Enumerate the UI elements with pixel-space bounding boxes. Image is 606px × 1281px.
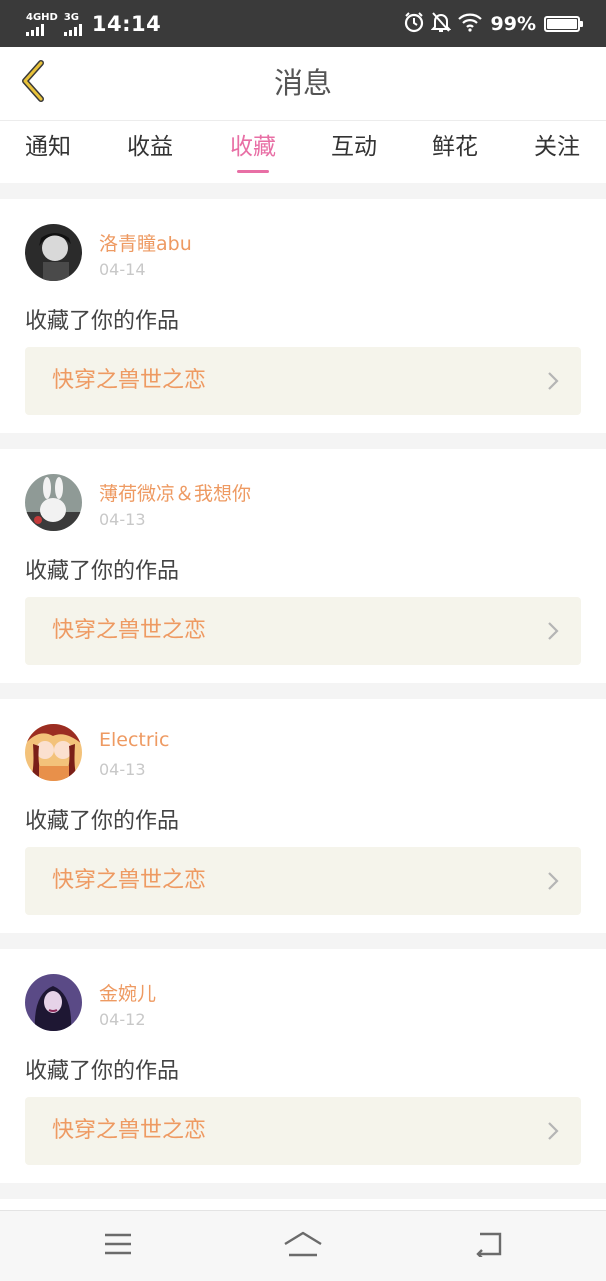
tab-earnings[interactable]: 收益: [102, 121, 198, 183]
home-button[interactable]: [283, 1229, 323, 1263]
alarm-icon: [403, 11, 425, 37]
tab-label: 通知: [25, 134, 71, 160]
message-text: 收藏了你的作品: [25, 1059, 180, 1084]
status-left: 4GHD 3G 14:14: [26, 10, 161, 38]
avatar[interactable]: [25, 474, 82, 531]
battery-percent: 99%: [490, 13, 536, 35]
system-nav-bar: [0, 1210, 606, 1281]
message-date: 04-13: [99, 510, 146, 529]
back-nav-button[interactable]: [468, 1229, 508, 1263]
tab-bar: 通知 收益 收藏 互动 鲜花 关注: [0, 121, 606, 183]
message-card-partial: [0, 1199, 606, 1210]
message-text: 收藏了你的作品: [25, 559, 180, 584]
chevron-right-icon: [547, 871, 559, 895]
status-right: 99%: [397, 10, 583, 38]
tab-label: 互动: [331, 134, 377, 160]
tab-interactions[interactable]: 互动: [306, 121, 402, 183]
tab-notifications[interactable]: 通知: [0, 121, 96, 183]
avatar[interactable]: [25, 974, 82, 1031]
username[interactable]: 洛青瞳abu: [99, 229, 192, 256]
work-title: 快穿之兽世之恋: [52, 368, 207, 393]
tab-label: 关注: [534, 134, 580, 160]
active-tab-indicator: [237, 170, 269, 173]
chevron-right-icon: [547, 1121, 559, 1145]
avatar[interactable]: [25, 724, 82, 781]
tab-following[interactable]: 关注: [509, 121, 605, 183]
bell-off-icon: [430, 11, 451, 37]
username[interactable]: 薄荷微凉＆我想你: [99, 479, 251, 506]
tab-label: 收益: [127, 134, 173, 160]
message-card: 金婉儿 04-12 收藏了你的作品 快穿之兽世之恋: [0, 949, 606, 1183]
back-icon: [472, 1231, 504, 1261]
menu-button[interactable]: [98, 1229, 138, 1263]
title-bar: 消息: [0, 47, 606, 121]
chevron-right-icon: [547, 371, 559, 395]
work-link[interactable]: 快穿之兽世之恋: [25, 347, 581, 415]
work-title: 快穿之兽世之恋: [52, 1118, 207, 1143]
message-card: 洛青瞳abu 04-14 收藏了你的作品 快穿之兽世之恋: [0, 199, 606, 433]
work-link[interactable]: 快穿之兽世之恋: [25, 597, 581, 665]
back-button[interactable]: [12, 59, 56, 107]
chevron-left-icon: [17, 59, 51, 107]
tab-label: 收藏: [230, 134, 276, 160]
wifi-icon: [457, 12, 483, 36]
tab-favorites[interactable]: 收藏: [205, 121, 301, 183]
chevron-right-icon: [547, 621, 559, 645]
work-link[interactable]: 快穿之兽世之恋: [25, 1097, 581, 1165]
work-title: 快穿之兽世之恋: [52, 618, 207, 643]
battery-icon: [544, 16, 583, 32]
username[interactable]: 金婉儿: [99, 979, 156, 1006]
network-label-primary: 4GHD: [26, 11, 58, 23]
status-bar: 4GHD 3G 14:14 99%: [0, 0, 606, 47]
message-date: 04-14: [99, 260, 146, 279]
home-icon: [282, 1230, 324, 1262]
menu-icon: [103, 1232, 133, 1260]
message-text: 收藏了你的作品: [25, 809, 180, 834]
page-title: 消息: [273, 66, 332, 100]
message-date: 04-13: [99, 760, 146, 779]
message-date: 04-12: [99, 1010, 146, 1029]
work-link[interactable]: 快穿之兽世之恋: [25, 847, 581, 915]
message-text: 收藏了你的作品: [25, 309, 180, 334]
signal-primary: 4GHD: [26, 11, 58, 36]
username[interactable]: Electric: [99, 729, 169, 751]
battery-fill: [547, 19, 577, 29]
network-label-secondary: 3G: [63, 11, 80, 23]
signal-secondary: 3G: [63, 11, 84, 36]
message-card: Electric 04-13 收藏了你的作品 快穿之兽世之恋: [0, 699, 606, 933]
message-card: 薄荷微凉＆我想你 04-13 收藏了你的作品 快穿之兽世之恋: [0, 449, 606, 683]
signal-bars-icon: [63, 23, 84, 36]
tab-label: 鲜花: [432, 134, 478, 160]
work-title: 快穿之兽世之恋: [52, 868, 207, 893]
avatar[interactable]: [25, 224, 82, 281]
tab-flowers[interactable]: 鲜花: [407, 121, 503, 183]
status-time: 14:14: [91, 12, 162, 36]
signal-bars-icon: [26, 23, 46, 36]
